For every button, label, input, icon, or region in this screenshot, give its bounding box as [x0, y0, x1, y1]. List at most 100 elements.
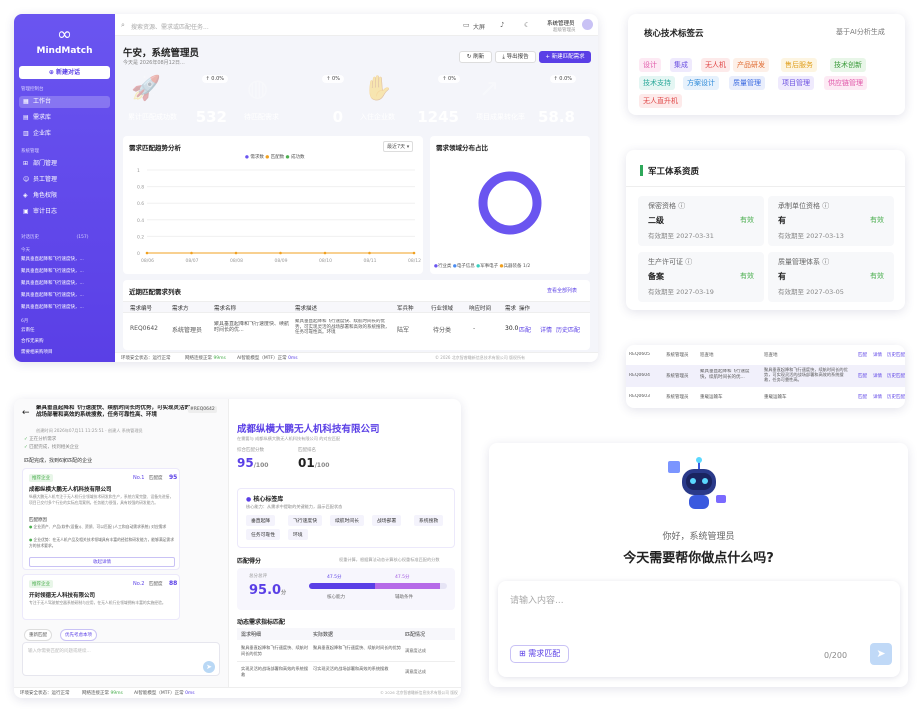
match-icon: ⊞ [519, 649, 526, 658]
history-today-label: 今天 [21, 248, 30, 253]
search-input[interactable]: 搜索资源、需求或匹配任务... [131, 22, 209, 31]
history-item[interactable]: 聚具垂直起降和飞行速度快，... [21, 280, 109, 286]
tech-tag[interactable]: 项目管理 [778, 76, 814, 90]
title-accent [640, 165, 643, 176]
table-row[interactable]: REQ0605 系统管理员 巡查地 巡查地 匹配 详情 历史匹配 [626, 347, 905, 364]
x-tick-label: 08/12 [408, 258, 421, 264]
tech-tag[interactable]: 设计 [639, 58, 661, 72]
collapse-detail-button[interactable]: 收起详情 [29, 557, 175, 567]
donut-chart [478, 171, 542, 235]
capability-tag: 垂直起降 [246, 515, 276, 526]
chat-input[interactable]: 输入你需要匹配的问题或继续... ➤ [22, 642, 220, 676]
theme-label[interactable]: 大屏 [473, 22, 485, 31]
match-link[interactable]: 匹配 [519, 325, 531, 334]
demand-match-chip[interactable]: ⊞ 需求匹配 [510, 645, 570, 663]
history-item[interactable]: 聚具垂直起降和飞行速度快，... [21, 268, 109, 274]
sidebar: ∞ MindMatch ⊕ 新建对话 管理控制台 ▦ 工作台 ▤ 需求库 ▥ 企业库 … [14, 14, 115, 362]
tech-tag[interactable]: 技术支持 [639, 76, 675, 90]
history-item[interactable]: 合作无采购 [21, 338, 109, 344]
capability-tag: 环境 [288, 529, 308, 540]
tech-tag[interactable]: 质量管理 [729, 76, 765, 90]
trend-chart-svg: 1 0.8 0.6 0.4 0.2 008/06 08/07 08/08 08/09 08/10 0… [137, 168, 421, 264]
tech-tag[interactable]: 技术创新 [830, 58, 866, 72]
history-item[interactable]: 聚具垂直起降和飞行速度快，... [21, 304, 109, 310]
sidebar-item-dept[interactable]: ⊞ 部门管理 [19, 158, 110, 170]
tech-tag[interactable]: 无人直升机 [639, 94, 682, 108]
sidebar-item-workbench[interactable]: ▦ 工作台 [19, 96, 110, 108]
domain-chart-title: 需求领域分布占比 [436, 144, 488, 152]
tech-tag[interactable]: 集成 [670, 58, 692, 72]
users-icon: ☺ [23, 176, 30, 183]
recent-list-title: 近期匹配需求列表 [129, 288, 181, 296]
capability-tag: 任务可靠性 [246, 529, 280, 540]
table-row[interactable]: REQ0604 系统管理员 聚具垂直起降和飞行速度快，续航时间长的优... 聚具… [626, 365, 905, 387]
assistant-greeting: 你好，系统管理员 [662, 532, 735, 542]
new-demand-button[interactable]: + 新建匹配需求 [539, 51, 591, 63]
rematch-button[interactable]: 重新匹配 [24, 629, 52, 641]
recent-list-card: 近期匹配需求列表 查看全部列表 需求编号 需求方 需求名称 需求描述 军兵种 行… [123, 280, 590, 350]
robot-mascot-icon [668, 457, 726, 509]
tech-tag[interactable]: 售后服务 [781, 58, 817, 72]
domain-chart-card: 需求领域分布占比 ●行业类 ●电子信息 ●军事电子 ●兵器装备 1/2 [430, 136, 590, 274]
sidebar-item-staff[interactable]: ☺ 员工管理 [19, 174, 110, 186]
align-header: 需求明细 实际数据 匹配情况 [237, 628, 455, 640]
dashboard-window: ∞ MindMatch ⊕ 新建对话 管理控制台 ▦ 工作台 ▤ 需求库 ▥ 企业库 … [14, 14, 598, 362]
assistant-card: 你好，系统管理员 今天需要帮你做点什么吗? 请输入内容... ⊞ 需求匹配 0/… [489, 443, 908, 687]
x-tick-label: 08/10 [319, 258, 332, 264]
history-link[interactable]: 历史匹配 [556, 325, 580, 334]
history-item[interactable]: 聚具垂直起降和飞行速度快，... [21, 292, 109, 298]
brand-name: MindMatch [36, 46, 93, 56]
tech-tag[interactable]: 方案设计 [683, 76, 719, 90]
sidebar-item-roles[interactable]: ◈ 角色权限 [19, 190, 110, 202]
sidebar-item-company-lib[interactable]: ▥ 企业库 [19, 128, 110, 140]
history-item[interactable]: 需要相采购项目 [21, 349, 109, 355]
match-title: 聚具垂直起降和飞行速度快、续航时间长的优势，可实现灵活的战场部署和高效的系统搜救… [36, 405, 190, 418]
y-tick-label: 0 [137, 251, 140, 257]
assistant-input-box[interactable]: 请输入内容... ⊞ 需求匹配 0/200 ➤ [498, 581, 900, 677]
company-sub: 在需要与 成都纵横大鹏无人机科技有限公司 的对应匹配 [237, 436, 341, 441]
send-icon[interactable]: ➤ [870, 643, 892, 665]
avatar[interactable] [582, 19, 593, 30]
score-box: 总分总评 95.0分 47.5分 47.5分 核心能力 辅助条件 [237, 568, 455, 610]
total-score: 95.0分 [249, 583, 287, 598]
doc-icon: ▤ [23, 114, 29, 121]
mini-table-card: REQ0605 系统管理员 巡查地 巡查地 匹配 详情 历史匹配 REQ0604… [626, 345, 905, 408]
rocket-icon: 🚀 [131, 74, 161, 102]
tech-tag[interactable]: 供应链管理 [824, 76, 867, 90]
trend-icon: ↗ [479, 74, 500, 102]
bell-icon[interactable]: ♪ [500, 22, 504, 29]
company-card-2[interactable]: 推荐企业 No.2 匹配度 88 开封领德无人科技有限公司 专注于无人驾驶航空器… [22, 574, 180, 620]
x-tick-label: 08/11 [364, 258, 377, 264]
assistant-input[interactable]: 请输入内容... [510, 593, 564, 606]
company-name: 成都纵横大鹏无人机科技有限公司 [237, 424, 380, 435]
sidebar-item-demand-lib[interactable]: ▤ 需求库 [19, 112, 110, 124]
tech-tag[interactable]: 无人机 [701, 58, 730, 72]
y-tick-label: 0.2 [137, 234, 144, 240]
export-button[interactable]: ⤓ 导出报告 [495, 51, 536, 63]
donut-legend: ●行业类 ●电子信息 ●军事电子 ●兵器装备 1/2 [434, 264, 531, 269]
send-icon[interactable]: ➤ [203, 661, 215, 673]
qualification-item: 质量管理体系 ⓘ 有有效 有效期至 2027-03-05 [768, 252, 894, 302]
moon-icon[interactable]: ☾ [524, 22, 530, 29]
range-select[interactable]: 最近7天 ▾ [383, 141, 414, 152]
y-tick-label: 0.8 [137, 185, 144, 191]
table-row[interactable]: REQ0603 系统管理员 重载运输车 重载运输车 匹配 详情 历史匹配 [626, 389, 905, 406]
table-row[interactable]: REQ0642 系统管理员 聚具垂直起降和飞行速度快、续航时间长的优... 聚具… [123, 316, 590, 342]
sidebar-item-audit[interactable]: ▣ 审计日志 [19, 206, 110, 218]
detail-link[interactable]: 详情 [540, 325, 552, 334]
char-count: 0/200 [824, 651, 848, 660]
priority-button[interactable]: 优先考虑本项 [60, 629, 97, 641]
history-item[interactable]: 聚具垂直起降和飞行速度快，... [21, 256, 109, 262]
new-chat-button[interactable]: ⊕ 新建对话 [19, 66, 110, 79]
back-arrow-icon[interactable]: ← [22, 409, 30, 418]
match-found-text: 匹配完成，找到6家匹配的企业 [24, 458, 93, 464]
history-item[interactable]: 云南任 [21, 327, 109, 333]
tech-tag[interactable]: 产品研发 [733, 58, 769, 72]
company-detail: 成都纵横大鹏无人机科技有限公司 在需要与 成都纵横大鹏无人机科技有限公司 的对应… [229, 399, 461, 687]
assistant-question: 今天需要帮你做点什么吗? [623, 551, 774, 566]
view-all-link[interactable]: 查看全部列表 [547, 287, 577, 294]
refresh-button[interactable]: ↻ 刷新 [459, 51, 492, 63]
trend-chart-title: 需求匹配趋势分析 [129, 144, 181, 152]
monitor-icon[interactable]: ▭ [463, 22, 470, 29]
company-card-1[interactable]: 推荐企业 No.1 匹配度 95 成都纵横大鹏无人机科技有限公司 纵横大鹏无人机… [22, 468, 180, 570]
